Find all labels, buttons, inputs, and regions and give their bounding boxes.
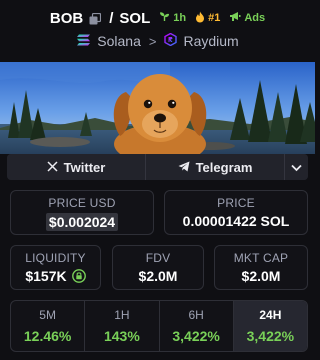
market-cap-label: MKT CAP (233, 251, 289, 265)
token-banner-image (0, 62, 315, 154)
raydium-icon (164, 32, 178, 49)
tab-change-value: 12.46% (23, 328, 72, 344)
telegram-icon (178, 160, 190, 175)
liquidity-value-row: $157K (25, 268, 86, 284)
chain-link[interactable]: Solana (97, 33, 141, 49)
tab-change-value: 3,422% (246, 328, 295, 344)
telegram-button[interactable]: Telegram (146, 154, 285, 180)
trending-rank-text: #1 (208, 12, 221, 24)
price-usd-card: PRICE USD $0.002024 (10, 190, 154, 235)
tab-label: 1H (114, 308, 130, 322)
pair-age-text: 1h (173, 12, 187, 24)
liquidity-card: LIQUIDITY $157K (10, 245, 101, 290)
flame-icon (195, 11, 205, 26)
pair-title-row: BOB / SOL 1h #1 Ads (0, 0, 315, 28)
breadcrumb: Solana > Raydium (0, 29, 315, 53)
price-usd-value: $0.002024 (45, 213, 119, 231)
dex-link[interactable]: Raydium (183, 33, 238, 49)
liquidity-label: LIQUIDITY (25, 251, 86, 265)
tab-1h[interactable]: 1H 143% (85, 301, 160, 351)
tab-6h[interactable]: 6H 3,422% (160, 301, 234, 351)
megaphone-icon (229, 11, 241, 25)
liquidity-value: $157K (25, 268, 67, 284)
copy-icon[interactable] (89, 12, 102, 25)
telegram-label: Telegram (195, 159, 253, 175)
price-native-label: PRICE (217, 196, 255, 210)
twitter-button[interactable]: Twitter (7, 154, 146, 180)
chevron-down-icon (291, 160, 302, 175)
market-cap-value: $2.0M (241, 268, 281, 284)
fdv-card: FDV $2.0M (112, 245, 204, 290)
token-pair-panel: BOB / SOL 1h #1 Ads Solana > Raydium Twi… (0, 0, 315, 360)
market-cap-card: MKT CAP $2.0M (214, 245, 308, 290)
fdv-value: $2.0M (138, 268, 178, 284)
fdv-label: FDV (145, 251, 171, 265)
price-usd-label: PRICE USD (48, 196, 116, 210)
ads-text: Ads (244, 12, 266, 24)
tab-5m[interactable]: 5M 12.46% (11, 301, 86, 351)
pair-header: BOB / SOL 1h #1 Ads Solana > Raydium (0, 0, 315, 60)
more-links-button[interactable] (285, 154, 308, 180)
price-change-tabs: 5M 12.46% 1H 143% 6H 3,422% 24H 3,422% (10, 300, 308, 352)
tab-label: 24H (259, 308, 282, 322)
x-logo-icon (47, 160, 58, 175)
price-native-value: 0.00001422 SOL (182, 213, 290, 229)
quote-token-symbol: SOL (119, 9, 151, 27)
trending-rank-badge[interactable]: #1 (195, 11, 220, 26)
chevron-right-icon: > (148, 33, 157, 49)
social-links-bar: Twitter Telegram (7, 154, 308, 180)
tab-label: 6H (188, 308, 204, 322)
solana-icon (76, 33, 91, 49)
twitter-label: Twitter (63, 159, 106, 175)
tab-change-value: 3,422% (172, 328, 220, 344)
tab-label: 5M (39, 308, 56, 322)
lock-icon[interactable] (71, 269, 86, 283)
tab-change-value: 143% (103, 328, 140, 344)
seedling-icon (159, 11, 170, 25)
ads-badge[interactable]: Ads (229, 11, 265, 25)
base-token-symbol: BOB (49, 9, 84, 27)
price-native-card: PRICE 0.00001422 SOL (164, 190, 308, 235)
pair-age-badge: 1h (159, 11, 186, 25)
tab-24h[interactable]: 24H 3,422% (233, 301, 307, 351)
pair-separator: / (109, 9, 114, 27)
